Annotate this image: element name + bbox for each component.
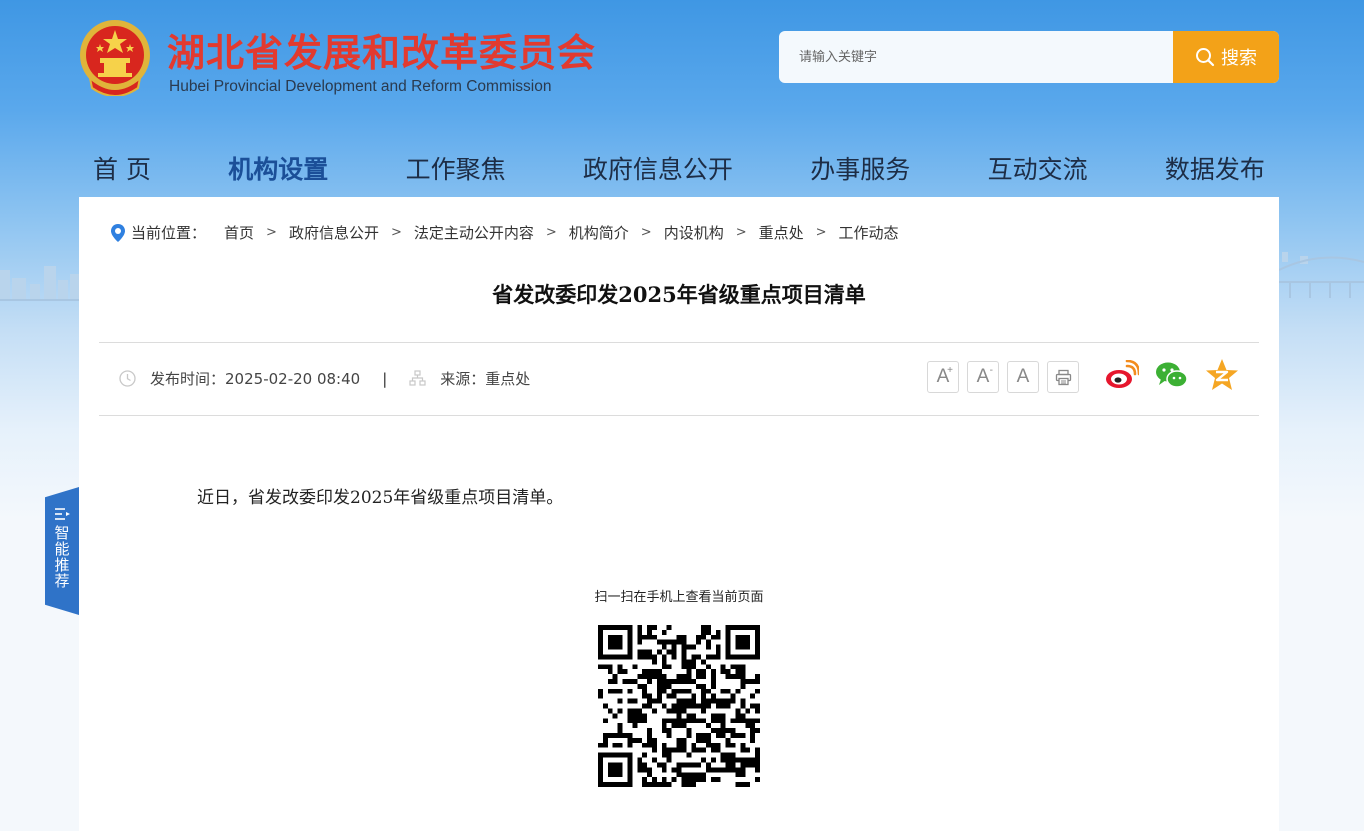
font-default-label: A [1016,366,1030,387]
article-title: 省发改委印发2025年省级重点项目清单 [492,282,866,307]
breadcrumb-separator: > [735,225,747,240]
smart-recommend-tab[interactable]: 智能推荐 [45,487,79,615]
main-nav: 首 页 机构设置 工作聚焦 政府信息公开 办事服务 互动交流 数据发布 [79,140,1279,196]
breadcrumb-key-projects-dept[interactable]: 重点处 [759,222,804,243]
wechat-icon[interactable] [1155,360,1189,390]
nav-item-data-release[interactable]: 数据发布 [1151,150,1279,186]
breadcrumb-separator: > [815,225,827,240]
article-meta: 发布时间： 2025-02-20 08:40 | 来源： 重点处 [119,368,530,389]
font-default-button[interactable]: A [1007,361,1039,393]
site-title: 湖北省发展和改革委员会 [167,31,597,75]
breadcrumb-separator: > [640,225,652,240]
font-decrease-mark: - [989,365,993,376]
search-bar: 搜索 [779,31,1279,83]
nav-item-services[interactable]: 办事服务 [796,150,924,186]
breadcrumb-home[interactable]: 首页 [224,222,254,243]
nav-item-work-focus[interactable]: 工作聚焦 [392,150,520,186]
search-input[interactable] [779,31,1173,83]
national-emblem-logo [80,20,150,96]
font-decrease-button[interactable]: A - [967,361,999,393]
font-increase-button[interactable]: A + [927,361,959,393]
content-panel: 当前位置： 首页 > 政府信息公开 > 法定主动公开内容 > 机构简介 > 内设… [79,197,1279,831]
qzone-icon[interactable] [1205,358,1239,392]
article-body: 近日，省发改委印发2025年省级重点项目清单。 [197,488,564,508]
share-bar [1105,358,1239,392]
breadcrumb-separator: > [266,225,277,240]
font-increase-mark: + [947,365,953,376]
breadcrumb-info-disclosure[interactable]: 政府信息公开 [289,222,379,243]
site-subtitle: Hubei Provincial Development and Reform … [169,78,552,95]
print-icon [1055,369,1071,385]
weibo-icon[interactable] [1105,360,1139,390]
breadcrumb-statutory-content[interactable]: 法定主动公开内容 [414,222,534,243]
print-button[interactable] [1047,361,1079,393]
search-icon [1196,48,1215,67]
nav-item-home[interactable]: 首 页 [79,150,165,186]
font-decrease-label: A [976,366,990,387]
publish-time-label: 发布时间： [150,370,226,388]
qr-code [598,625,760,787]
clock-icon [119,370,136,387]
breadcrumb-separator: > [545,225,557,240]
nav-item-interaction[interactable]: 互动交流 [974,150,1102,186]
nav-item-organization[interactable]: 机构设置 [214,150,342,186]
location-pin-icon [111,223,125,242]
search-button[interactable]: 搜索 [1173,31,1279,83]
list-icon [55,508,70,520]
breadcrumb-org-intro[interactable]: 机构简介 [569,222,629,243]
breadcrumb: 当前位置： 首页 > 政府信息公开 > 法定主动公开内容 > 机构简介 > 内设… [111,222,899,243]
meta-divider: | [382,369,388,388]
nav-item-info-disclosure[interactable]: 政府信息公开 [569,150,747,186]
search-button-label: 搜索 [1221,48,1257,69]
font-tools: A + A - A [927,361,1079,393]
divider [99,342,1259,343]
publish-time: 2025-02-20 08:40 [225,369,361,388]
source-value: 重点处 [485,370,531,388]
breadcrumb-internal-units[interactable]: 内设机构 [664,222,724,243]
breadcrumb-work-updates[interactable]: 工作动态 [839,222,899,243]
qr-caption: 扫一扫在手机上查看当前页面 [594,590,764,605]
breadcrumb-label: 当前位置： [131,224,207,242]
breadcrumb-separator: > [390,225,402,240]
divider [99,415,1259,416]
org-chart-icon [409,370,426,387]
source-label: 来源： [440,370,486,388]
smart-recommend-label: 智能推荐 [52,525,71,589]
